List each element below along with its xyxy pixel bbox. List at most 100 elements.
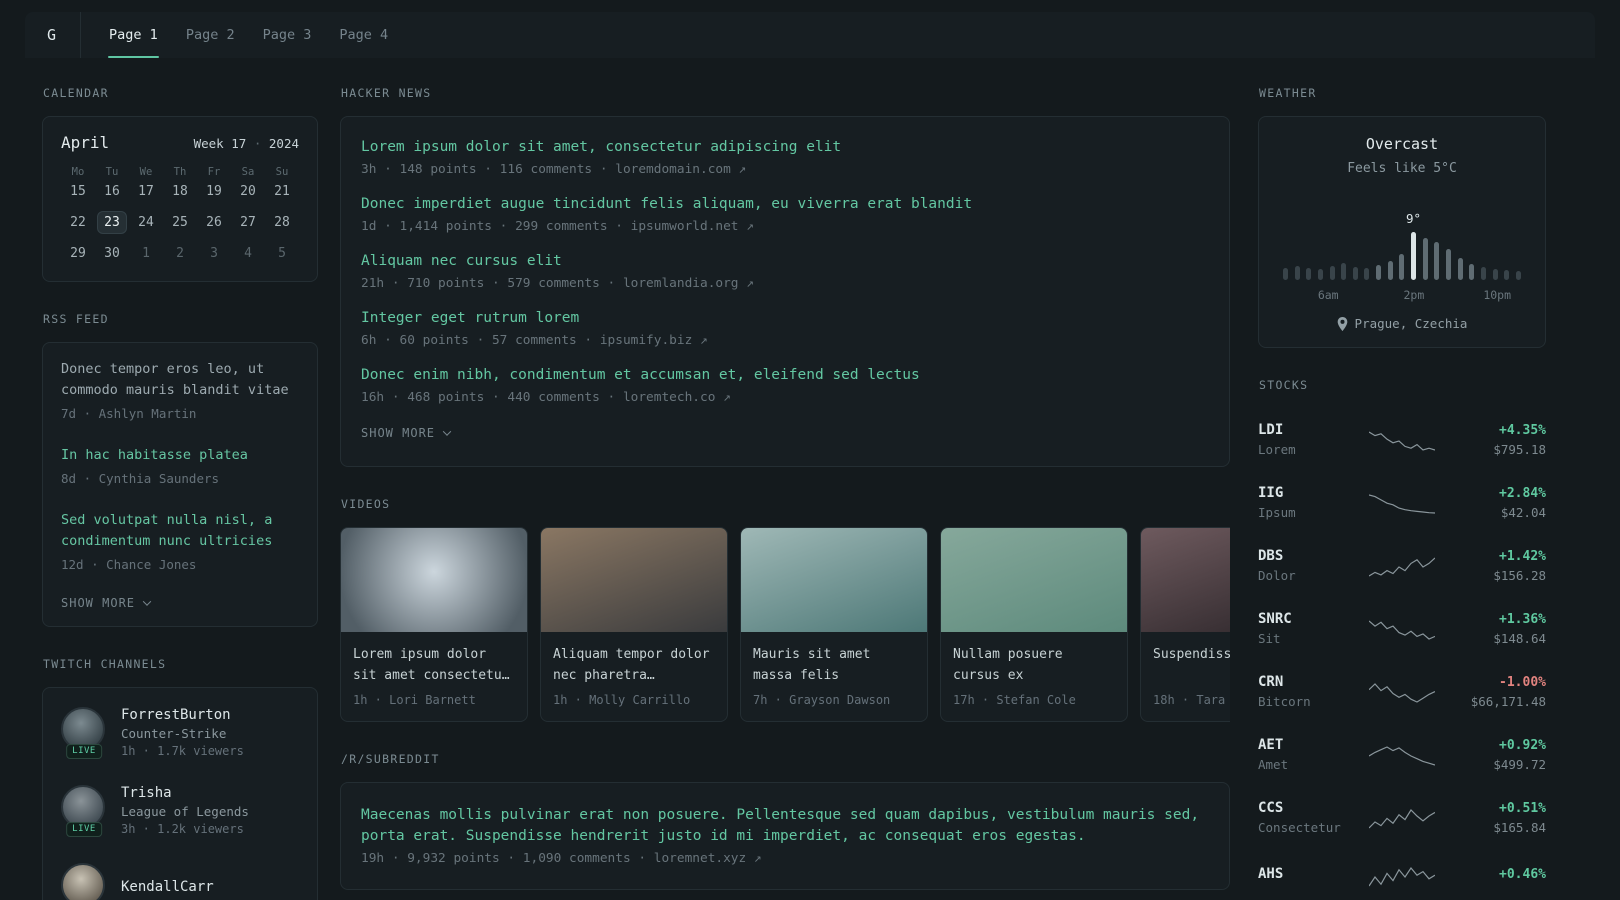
calendar-day: 21 <box>274 184 290 199</box>
stock-change: +0.46% <box>1499 866 1546 882</box>
stock-row[interactable]: IIG Ipsum +2.84% $42.04 <box>1258 471 1546 534</box>
stocks-section-title: STOCKS <box>1259 378 1309 392</box>
stock-name: Sit <box>1258 631 1281 646</box>
right-column: WEATHER Overcast Feels like 5°C 9° 6am 2p… <box>1258 86 1546 900</box>
stock-sparkline <box>1369 866 1435 887</box>
twitch-channel-meta: 1h · 1.7k viewers <box>121 744 244 759</box>
hackernews-item: Donec imperdiet augue tincidunt felis al… <box>361 186 1209 243</box>
left-column: CALENDAR April Week 17 · 2024 Mo Tu We Th Fr… <box>42 86 318 900</box>
stock-info: CCS Consectetur <box>1258 800 1357 835</box>
calendar-day: 26 <box>206 215 222 230</box>
stock-row[interactable]: SNRC Sit +1.36% $148.64 <box>1258 597 1546 660</box>
video-thumbnail <box>541 528 727 633</box>
hackernews-item-meta: 6h · 60 points · 57 comments · ipsumify.… <box>361 333 708 349</box>
video-card[interactable]: Mauris sit amet massa felis 7h · Grayson … <box>740 527 928 723</box>
tab-page-4[interactable]: Page 4 <box>325 12 402 58</box>
calendar-day: 2 <box>176 246 184 261</box>
weather-bar <box>1504 270 1510 280</box>
calendar-day: 1 <box>142 246 150 261</box>
calendar-day: 25 <box>172 215 188 230</box>
avatar <box>61 862 105 900</box>
stock-info: DBS Dolor <box>1258 548 1357 583</box>
subreddit-card: Maecenas mollis pulvinar erat non posuer… <box>340 782 1230 891</box>
stock-row[interactable]: LDI Lorem +4.35% $795.18 <box>1258 408 1546 471</box>
calendar-day-headers: Mo Tu We Th Fr Sa Su <box>61 166 299 180</box>
rss-card: Donec tempor eros leo, ut commodo mauris… <box>42 342 318 627</box>
stock-name: Dolor <box>1258 568 1296 583</box>
stock-sparkline <box>1369 745 1435 766</box>
calendar-dow-label: Sa <box>241 166 255 178</box>
twitch-channel-row[interactable]: LIVE Trisha League of Legends 3h · 1.2k vie… <box>61 772 299 850</box>
weather-bar <box>1469 264 1475 280</box>
videos-section-title: VIDEOS <box>341 497 391 512</box>
hackernews-item-title[interactable]: Integer eget rutrum lorem <box>361 308 1209 329</box>
stock-row[interactable]: AET Amet +0.92% $499.72 <box>1258 723 1546 786</box>
calendar-day: 19 <box>206 184 222 199</box>
rss-item-title[interactable]: Sed volutpat nulla nisl, a condimentum n… <box>61 510 299 552</box>
hackernews-item-title[interactable]: Donec enim nibh, condimentum et accumsan… <box>361 365 1209 386</box>
calendar-day: 17 <box>138 184 154 199</box>
stock-values: +0.46% <box>1447 867 1546 886</box>
hackernews-item-title[interactable]: Lorem ipsum dolor sit amet, consectetur … <box>361 137 1209 158</box>
stock-row[interactable]: AHS +0.46% <box>1258 849 1546 900</box>
calendar-day: 15 <box>70 184 86 199</box>
weather-feels-like: Feels like 5°C <box>1347 161 1457 176</box>
hackernews-item-meta: 16h · 468 points · 440 comments · loremt… <box>361 390 731 406</box>
weather-location: Prague, Czechia <box>1279 316 1525 331</box>
weather-bar <box>1294 266 1300 280</box>
rss-show-more-button[interactable]: SHOW MORE <box>61 584 299 624</box>
weather-time-labels: 6am 2pm 10pm <box>1283 288 1521 303</box>
calendar-week-number: Week 17 <box>193 136 247 151</box>
twitch-channel-info: KendallCarr <box>121 879 214 898</box>
hackernews-show-more-button[interactable]: SHOW MORE <box>361 414 1209 454</box>
video-card[interactable]: Suspendisse diam 18h · Tara Ramirez <box>1140 527 1230 723</box>
calendar-week-info: Week 17 · 2024 <box>194 136 299 151</box>
calendar-year: 2024 <box>268 136 299 151</box>
twitch-channel-row[interactable]: LIVE KendallCarr <box>61 850 299 900</box>
calendar-dow-label: Fr <box>207 166 221 178</box>
stock-row[interactable]: CCS Consectetur +0.51% $165.84 <box>1258 786 1546 849</box>
rss-list: Donec tempor eros leo, ut commodo mauris… <box>61 347 299 584</box>
stock-name: Ipsum <box>1258 505 1296 520</box>
twitch-section-title: TWITCH CHANNELS <box>43 656 167 671</box>
weather-hourly-chart: 9° <box>1283 208 1521 280</box>
stock-values: +4.35% $795.18 <box>1447 423 1546 457</box>
stock-change: +1.36% <box>1499 611 1546 627</box>
rss-item-meta: 12d · Chance Jones <box>61 556 197 572</box>
hackernews-section-title: HACKER NEWS <box>341 86 432 100</box>
weather-current-temp: 9° <box>1406 211 1422 226</box>
video-card[interactable]: Nullam posuere cursus ex 17h · Stefan Col… <box>940 527 1128 723</box>
tab-page-1[interactable]: Page 1 <box>95 12 172 58</box>
rss-item-title[interactable]: In hac habitasse platea <box>61 445 299 466</box>
weather-bar <box>1445 249 1451 280</box>
weather-bar <box>1422 238 1428 280</box>
weather-section-title: WEATHER <box>1259 86 1317 100</box>
calendar-days-grid: 15 16 17 18 19 20 21 22 23 24 25 26 27 28 29 30 1 2 3 4 5 <box>61 180 299 265</box>
twitch-channel-row[interactable]: LIVE ForrestBurton Counter-Strike 1h · 1.7k… <box>61 694 299 772</box>
rss-item-title[interactable]: Donec tempor eros leo, ut commodo mauris… <box>61 359 299 401</box>
twitch-channel-name: ForrestBurton <box>121 707 231 724</box>
video-title: Lorem ipsum dolor sit amet consectetu… <box>353 647 510 683</box>
rss-item: In hac habitasse platea 8d · Cynthia Saun… <box>61 433 299 498</box>
calendar-dow-label: We <box>139 166 153 178</box>
weather-bar <box>1364 268 1370 280</box>
hackernews-item-title[interactable]: Aliquam nec cursus elit <box>361 251 1209 272</box>
stock-row[interactable]: CRN Bitcorn -1.00% $66,171.48 <box>1258 660 1546 723</box>
tab-page-3[interactable]: Page 3 <box>249 12 326 58</box>
twitch-channel-game: League of Legends <box>121 804 249 820</box>
twitch-channel-info: ForrestBurton Counter-Strike 1h · 1.7k vie… <box>121 707 244 758</box>
subreddit-post-title[interactable]: Maecenas mollis pulvinar erat non posuer… <box>361 805 1209 847</box>
video-card-body: Suspendisse diam 18h · Tara Ramirez <box>1141 632 1230 721</box>
video-card[interactable]: Aliquam tempor dolor nec pharetra… 1h · M… <box>540 527 728 723</box>
video-card-body: Aliquam tempor dolor nec pharetra… 1h · M… <box>541 632 727 721</box>
tab-page-2[interactable]: Page 2 <box>172 12 249 58</box>
stock-info: IIG Ipsum <box>1258 485 1357 520</box>
stock-price: $499.72 <box>1493 756 1546 772</box>
hackernews-item-title[interactable]: Donec imperdiet augue tincidunt felis al… <box>361 194 1209 215</box>
app-logo: G <box>47 12 82 58</box>
stock-row[interactable]: DBS Dolor +1.42% $156.28 <box>1258 534 1546 597</box>
live-badge: LIVE <box>66 743 102 759</box>
weather-bar <box>1341 263 1347 280</box>
stock-symbol: CRN <box>1258 674 1284 690</box>
video-card[interactable]: Lorem ipsum dolor sit amet consectetu… 1h… <box>340 527 528 723</box>
